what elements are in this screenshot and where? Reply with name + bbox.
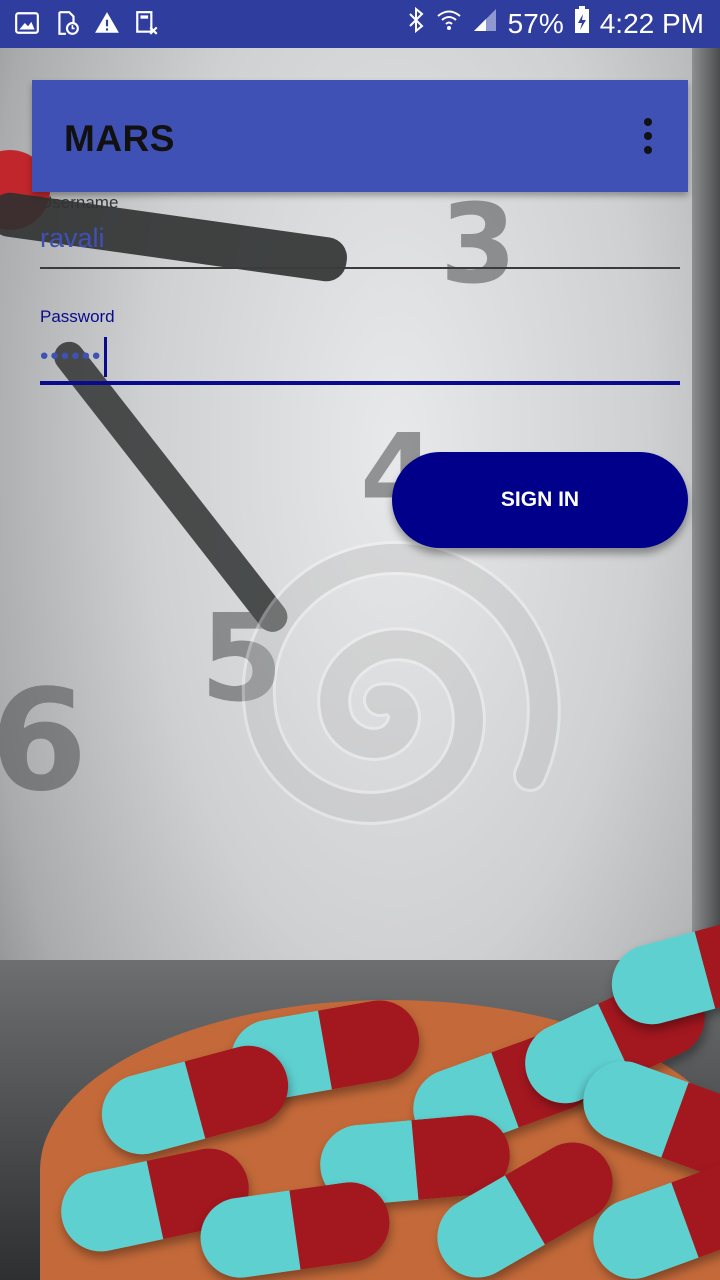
image-notification-icon	[14, 10, 40, 36]
password-input[interactable]: ••••••	[40, 337, 680, 377]
username-field[interactable]: Username ravali	[40, 193, 680, 269]
signal-icon	[472, 7, 498, 40]
clock-time: 4:22 PM	[599, 7, 704, 39]
warning-icon	[94, 10, 120, 36]
status-bar: 57% 4:22 PM	[0, 0, 720, 48]
battery-percent: 57%	[507, 7, 564, 39]
password-field[interactable]: Password ••••••	[40, 307, 680, 385]
app-bar: MARS	[32, 80, 688, 192]
text-cursor	[104, 337, 108, 377]
sign-in-button[interactable]: SIGN IN	[392, 452, 688, 548]
username-label: Username	[40, 193, 119, 212]
wifi-icon	[436, 7, 462, 40]
app-title: MARS	[64, 118, 175, 159]
more-vert-icon[interactable]	[636, 118, 660, 154]
bluetooth-icon	[406, 6, 426, 40]
spiral-logo-icon	[241, 541, 561, 825]
clock-numeral: 6	[0, 660, 88, 823]
password-label: Password	[40, 307, 115, 326]
password-masked-value: ••••••	[40, 342, 103, 370]
calculator-off-icon	[134, 10, 160, 36]
scheduled-file-icon	[54, 10, 80, 36]
password-underline	[40, 381, 680, 385]
username-input[interactable]: ravali	[40, 223, 680, 263]
battery-charging-icon	[574, 6, 590, 41]
clock-rim	[692, 48, 720, 988]
username-underline	[40, 267, 680, 269]
